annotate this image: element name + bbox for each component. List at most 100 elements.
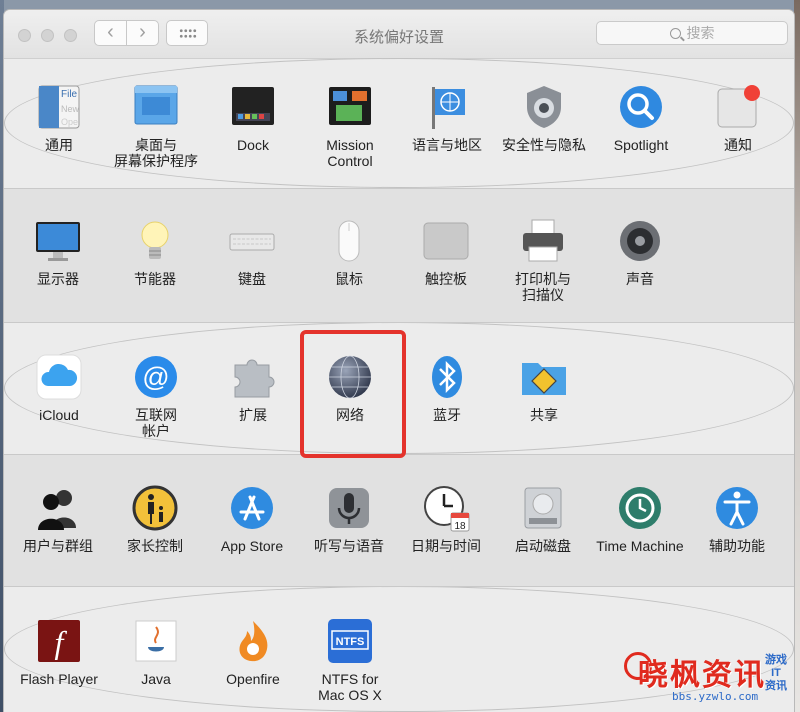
search-placeholder: 搜索	[686, 25, 715, 41]
system-preferences-window: ‹ › 系统偏好设置 搜索 File New Ope 通用 桌面与 屏幕保护程序 Dock…	[4, 10, 794, 712]
search-icon	[669, 28, 681, 39]
pref-label: NTFS for Mac OS X	[318, 671, 382, 703]
pref-label: Time Machine	[596, 538, 684, 554]
svg-text:18: 18	[454, 521, 466, 532]
displays-icon	[34, 217, 82, 265]
pref-language[interactable]: 语言与地区	[399, 83, 495, 153]
pref-label: 节能器	[134, 271, 176, 287]
pref-dictation[interactable]: 听写与语音	[301, 484, 397, 554]
svg-text:@: @	[142, 362, 169, 392]
pref-label: 通知	[724, 137, 752, 153]
flash-player-icon: f	[35, 617, 83, 665]
network-highlight-box	[300, 330, 406, 458]
pref-dock[interactable]: Dock	[205, 83, 301, 153]
pref-energy[interactable]: 节能器	[107, 217, 203, 287]
pref-label: 通用	[45, 137, 73, 153]
pref-printers[interactable]: 打印机与 扫描仪	[495, 217, 591, 303]
pref-timemachine[interactable]: Time Machine	[592, 484, 688, 554]
pref-general[interactable]: File New Ope 通用	[11, 83, 107, 153]
language-region-icon	[423, 83, 471, 131]
pref-label: 键盘	[238, 271, 266, 287]
pref-spotlight[interactable]: Spotlight	[593, 83, 689, 153]
desktop-screensaver-icon	[132, 83, 180, 131]
pref-extensions[interactable]: 扩展	[205, 353, 301, 423]
pref-ntfs[interactable]: NTFS NTFS for Mac OS X	[302, 617, 398, 703]
svg-text:NTFS: NTFS	[336, 636, 365, 648]
time-machine-icon	[616, 484, 664, 532]
pref-displays[interactable]: 显示器	[10, 217, 106, 287]
sound-icon	[616, 217, 664, 265]
notifications-icon	[714, 83, 762, 131]
pane-section-4: 用户与群组 家长控制 App Store 听写与语音 18 日期与时间 启动磁盘 Time M…	[4, 454, 794, 586]
ntfs-icon: NTFS	[326, 617, 374, 665]
section-divider	[4, 322, 794, 323]
mouse-icon	[325, 217, 373, 265]
search-field[interactable]: 搜索	[596, 21, 788, 45]
extensions-icon	[229, 353, 277, 401]
dock-icon	[229, 83, 277, 131]
pref-flash[interactable]: f Flash Player	[11, 617, 107, 687]
general-icon: File New Ope	[35, 83, 83, 131]
pref-users[interactable]: 用户与群组	[10, 484, 106, 554]
openfire-icon	[229, 617, 277, 665]
accessibility-icon	[713, 484, 761, 532]
pref-label: 显示器	[37, 271, 79, 287]
energy-saver-icon	[131, 217, 179, 265]
pref-label: 触控板	[425, 271, 467, 287]
icloud-icon	[35, 353, 83, 401]
pref-label: 听写与语音	[314, 538, 384, 554]
users-groups-icon	[34, 484, 82, 532]
desktop-background	[794, 0, 800, 712]
pref-label: 日期与时间	[411, 538, 481, 554]
pref-label: Dock	[237, 137, 269, 153]
pane-section-2: 显示器 节能器 键盘 鼠标 触控板 打印机与 扫描仪 声音	[4, 188, 794, 322]
pref-startup[interactable]: 启动磁盘	[495, 484, 591, 554]
pref-sharing[interactable]: 共享	[496, 353, 592, 423]
pref-datetime[interactable]: 18 日期与时间	[398, 484, 494, 554]
pref-label: 互联网 帐户	[135, 407, 177, 439]
sharing-icon	[520, 353, 568, 401]
java-icon	[132, 617, 180, 665]
section-divider	[4, 586, 794, 587]
pref-label: 蓝牙	[433, 407, 461, 423]
pref-openfire[interactable]: Openfire	[205, 617, 301, 687]
internet-accounts-icon: @	[132, 353, 180, 401]
dictation-speech-icon	[325, 484, 373, 532]
pref-security[interactable]: 安全性与隐私	[496, 83, 592, 153]
pref-appstore[interactable]: App Store	[204, 484, 300, 554]
title-bar: ‹ › 系统偏好设置 搜索	[4, 10, 794, 59]
pref-mouse[interactable]: 鼠标	[301, 217, 397, 287]
security-privacy-icon	[520, 83, 568, 131]
pref-mission[interactable]: Mission Control	[302, 83, 398, 169]
pref-desktop[interactable]: 桌面与 屏幕保护程序	[108, 83, 204, 169]
pane-section-1: File New Ope 通用 桌面与 屏幕保护程序 Dock Mission Contro…	[4, 58, 794, 188]
section-divider	[4, 188, 794, 189]
pref-label: 共享	[530, 407, 558, 423]
pref-parental[interactable]: 家长控制	[107, 484, 203, 554]
keyboard-icon	[228, 217, 276, 265]
pref-trackpad[interactable]: 触控板	[398, 217, 494, 287]
pref-java[interactable]: Java	[108, 617, 204, 687]
pref-label: Mission Control	[326, 137, 374, 169]
pref-label: 鼠标	[335, 271, 363, 287]
pref-notifications[interactable]: 通知	[690, 83, 786, 153]
pref-icloud[interactable]: iCloud	[11, 353, 107, 423]
printer-scanner-icon	[519, 217, 567, 265]
trackpad-icon	[422, 217, 470, 265]
pref-internet[interactable]: @ 互联网 帐户	[108, 353, 204, 439]
app-store-icon	[228, 484, 276, 532]
svg-text:New: New	[61, 104, 80, 114]
mission-control-icon	[326, 83, 374, 131]
pref-label: 扩展	[239, 407, 267, 423]
pref-label: 启动磁盘	[515, 538, 571, 554]
pref-label: Flash Player	[20, 671, 98, 687]
pref-bluetooth[interactable]: 蓝牙	[399, 353, 495, 423]
pref-keyboard[interactable]: 键盘	[204, 217, 300, 287]
pref-label: Java	[141, 671, 171, 687]
pref-label: 安全性与隐私	[502, 137, 586, 153]
svg-text:Ope: Ope	[61, 117, 78, 127]
pref-label: 用户与群组	[23, 538, 93, 554]
date-time-icon: 18	[422, 484, 470, 532]
pref-accessibility[interactable]: 辅助功能	[689, 484, 785, 554]
pref-sound[interactable]: 声音	[592, 217, 688, 287]
